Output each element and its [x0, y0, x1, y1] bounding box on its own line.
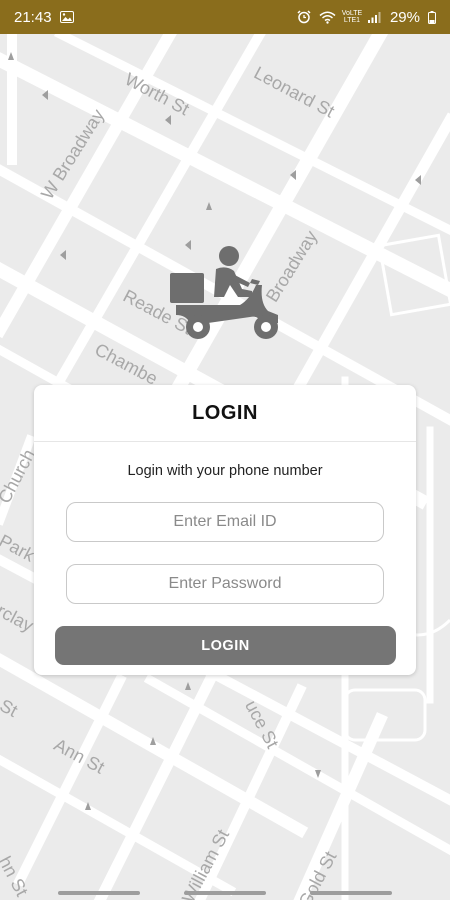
wifi-icon	[319, 11, 336, 24]
login-button[interactable]: LOGIN	[55, 626, 396, 665]
battery-icon	[428, 10, 436, 24]
alarm-icon	[297, 10, 311, 24]
status-right: VoLTE LTE1 29%	[297, 9, 436, 26]
login-card: LOGIN Login with your phone number LOGIN	[34, 385, 416, 675]
login-subtitle: Login with your phone number	[127, 463, 323, 479]
image-icon	[59, 11, 74, 23]
delivery-scooter-icon	[168, 245, 283, 340]
nav-back-button[interactable]	[310, 891, 392, 895]
email-input[interactable]	[66, 502, 384, 542]
status-left: 21:43	[14, 9, 74, 26]
nav-recents-button[interactable]	[58, 891, 140, 895]
login-title: LOGIN	[34, 385, 416, 442]
battery-percent: 29%	[389, 8, 420, 26]
status-bar: 21:43 VoLTE LTE1 29%	[0, 0, 450, 34]
password-input[interactable]	[66, 564, 384, 604]
status-time: 21:43	[14, 8, 52, 26]
nav-home-button[interactable]	[184, 891, 266, 895]
network-type: VoLTE LTE1	[341, 10, 363, 24]
navigation-bar	[0, 886, 450, 900]
signal-icon	[367, 11, 382, 23]
